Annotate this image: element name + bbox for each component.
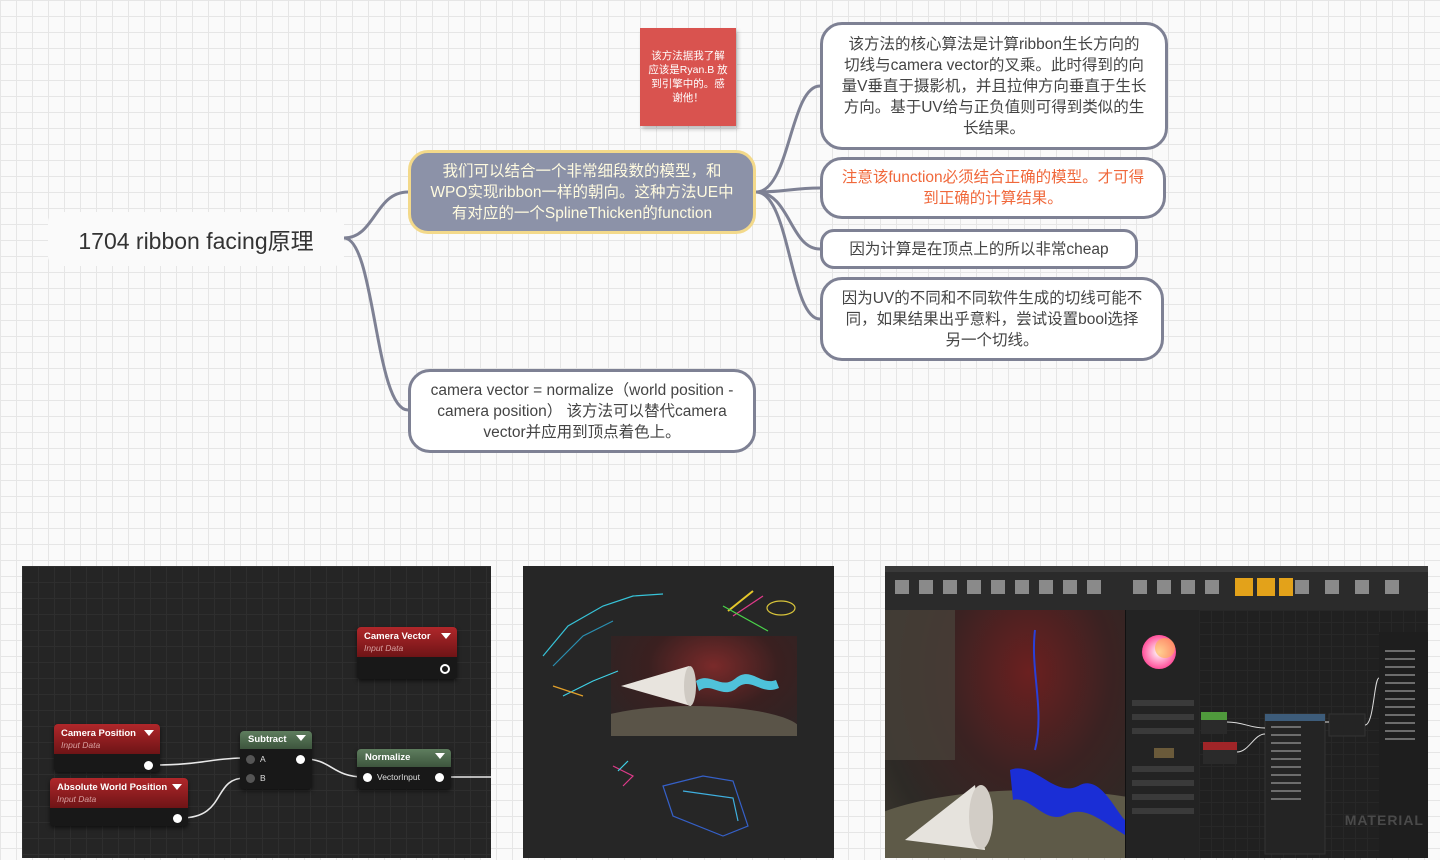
chevron-down-icon[interactable] (296, 735, 306, 741)
pin-label-a: A (260, 754, 266, 764)
connector-main-detail-1 (754, 84, 822, 194)
input-pin[interactable] (363, 773, 372, 782)
root-topic[interactable]: 1704 ribbon facing原理 (48, 212, 344, 266)
input-pin-a[interactable] (246, 755, 255, 764)
node-title: Subtract (248, 734, 287, 745)
toolbar-icons (885, 566, 1428, 596)
detail-tangent-bool[interactable]: 因为UV的不同和不同软件生成的切线可能不同，如果结果出乎意料，尝试设置bool选… (820, 277, 1164, 361)
output-pin[interactable] (173, 814, 182, 823)
editor-details-panel (1125, 610, 1200, 858)
connector-main-detail-3 (754, 190, 822, 251)
node-title: Camera Position (61, 728, 136, 739)
connector-root-camera (342, 236, 410, 412)
viewport-debug-screenshot (523, 566, 834, 858)
material-graph-screenshot: Camera Vector Input Data Camera Position… (22, 566, 491, 858)
node-title: Normalize (365, 752, 411, 763)
chevron-down-icon[interactable] (172, 784, 182, 790)
connector-root-main (342, 190, 410, 240)
input-pin-b[interactable] (246, 774, 255, 783)
node-title: Absolute World Position (57, 782, 168, 793)
editor-watermark: MATERIAL (1344, 812, 1424, 828)
detail-model-warning[interactable]: 注意该function必须结合正确的模型。才可得到正确的计算结果。 (820, 157, 1166, 219)
detail-cheap[interactable]: 因为计算是在顶点上的所以非常cheap (820, 229, 1138, 269)
subtract-node[interactable]: Subtract A B (240, 731, 312, 789)
node-subtitle: Input Data (364, 643, 404, 653)
editor-scene-render (885, 610, 1225, 858)
node-subtitle: Input Data (57, 794, 97, 804)
chevron-down-icon[interactable] (441, 633, 451, 639)
output-pin[interactable] (435, 773, 444, 782)
normalize-node[interactable]: Normalize VectorInput (357, 749, 451, 789)
debug-lines (542, 590, 796, 837)
editor-viewport[interactable] (885, 610, 1225, 858)
sticky-note[interactable]: 该方法据我了解应该是Ryan.B 放到引擎中的。感谢他！ (640, 28, 736, 126)
node-subtitle: Input Data (61, 740, 101, 750)
main-topic[interactable]: 我们可以结合一个非常细段数的模型，和WPO实现ribbon一样的朝向。这种方法U… (408, 150, 756, 234)
editor-node-graph[interactable]: MATERIAL (1199, 610, 1428, 858)
color-wheel-icon (1132, 635, 1194, 814)
editor-toolbar (885, 566, 1428, 611)
pin-label-vector-input: VectorInput (377, 772, 421, 782)
camera-vector-note[interactable]: camera vector = normalize（world position… (408, 369, 756, 453)
connector-main-detail-4 (754, 190, 822, 321)
output-pin[interactable] (296, 755, 305, 764)
output-pin[interactable] (440, 664, 450, 674)
camera-vector-node[interactable]: Camera Vector Input Data (357, 627, 457, 679)
detail-core-algorithm[interactable]: 该方法的核心算法是计算ribbon生长方向的切线与camera vector的叉… (820, 22, 1168, 150)
absolute-world-position-node[interactable]: Absolute World Position Input Data (50, 778, 188, 826)
chevron-down-icon[interactable] (144, 730, 154, 736)
pin-label-b: B (260, 773, 266, 783)
material-editor-screenshot: MATERIAL (885, 566, 1428, 858)
node-title: Camera Vector (364, 631, 431, 642)
output-pin[interactable] (144, 761, 153, 770)
camera-position-node[interactable]: Camera Position Input Data (54, 724, 160, 772)
chevron-down-icon[interactable] (435, 753, 445, 759)
